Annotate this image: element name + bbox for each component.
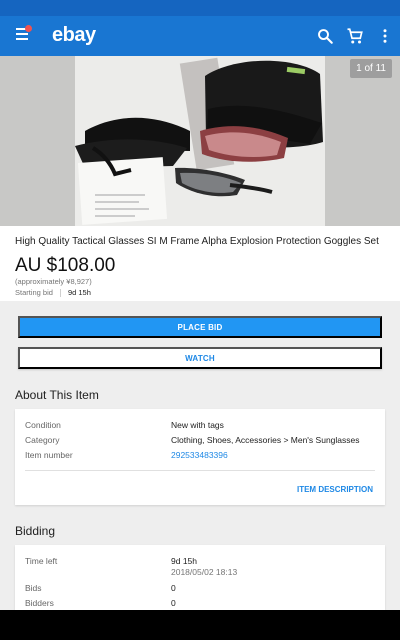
- item-description-link[interactable]: ITEM DESCRIPTION: [297, 485, 373, 494]
- approximate-price: (approximately ¥8,927): [15, 277, 92, 286]
- time-left-summary: 9d 15h: [67, 288, 91, 297]
- product-gallery[interactable]: 1 of 11: [0, 56, 400, 226]
- bidders-label: Bidders: [25, 598, 54, 608]
- about-card: Condition New with tags Category Clothin…: [15, 409, 385, 505]
- navigation-bar: [0, 610, 400, 640]
- condition-label: Condition: [25, 420, 61, 430]
- cart-icon[interactable]: [346, 27, 364, 45]
- bid-meta: Starting bid 9d 15h: [15, 288, 385, 297]
- about-section-title: About This Item: [15, 388, 99, 402]
- status-bar: [0, 0, 400, 16]
- watch-button[interactable]: WATCH: [18, 347, 382, 369]
- time-left-label: Time left: [25, 556, 58, 566]
- bids-value: 0: [171, 583, 176, 593]
- listing-price: AU $108.00: [15, 255, 116, 276]
- item-number-label: Item number: [25, 450, 73, 460]
- product-image[interactable]: [75, 56, 325, 226]
- time-left-value: 9d 15h: [171, 556, 197, 566]
- bidding-card: Time left 9d 15h 2018/05/02 18:13 Bids 0…: [15, 545, 385, 610]
- place-bid-button[interactable]: PLACE BID: [18, 316, 382, 338]
- category-label: Category: [25, 435, 60, 445]
- category-value: Clothing, Shoes, Accessories > Men's Sun…: [171, 435, 360, 445]
- more-vert-icon[interactable]: [376, 27, 394, 45]
- menu-icon[interactable]: [16, 25, 32, 44]
- app-bar: ebay: [0, 16, 400, 56]
- bidders-value: 0: [171, 598, 176, 608]
- bids-label: Bids: [25, 583, 42, 593]
- end-date: 2018/05/02 18:13: [171, 567, 238, 577]
- listing-title: High Quality Tactical Glasses SI M Frame…: [15, 236, 379, 247]
- ebay-logo[interactable]: ebay: [52, 24, 96, 47]
- meta-separator: [59, 288, 61, 297]
- about-divider: [25, 470, 375, 471]
- item-number-link[interactable]: 292533483396: [171, 450, 228, 460]
- bidding-section-title: Bidding: [15, 524, 56, 538]
- starting-bid-label: Starting bid: [15, 288, 53, 297]
- image-counter: 1 of 11: [350, 59, 392, 78]
- search-icon[interactable]: [316, 27, 334, 45]
- notification-dot: [25, 25, 32, 32]
- listing-summary: High Quality Tactical Glasses SI M Frame…: [0, 226, 400, 301]
- condition-value: New with tags: [171, 420, 224, 430]
